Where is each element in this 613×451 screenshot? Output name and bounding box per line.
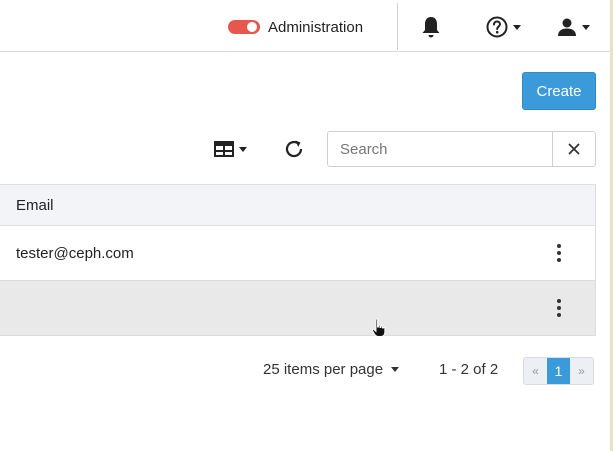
refresh-button[interactable] (283, 136, 305, 162)
pagination: « 1 » (523, 357, 594, 385)
clear-search-button[interactable] (552, 132, 595, 166)
administration-label: Administration (268, 18, 364, 36)
users-table: Email tester@ceph.com (0, 184, 596, 336)
page-button-current[interactable]: 1 (547, 358, 570, 384)
help-menu-button[interactable] (486, 14, 521, 40)
administration-toggle[interactable]: Administration (228, 15, 363, 39)
table-columns-icon (214, 141, 234, 157)
help-icon (486, 16, 508, 38)
row-actions-kebab-icon[interactable] (541, 238, 577, 268)
close-icon (568, 143, 580, 155)
chevron-down-icon (239, 146, 247, 152)
table-row[interactable]: tester@ceph.com (0, 226, 595, 281)
user-icon (558, 18, 576, 36)
toggle-switch[interactable] (228, 20, 260, 34)
nav-divider (397, 3, 398, 50)
cell-email: tester@ceph.com (16, 244, 134, 262)
row-actions-kebab-icon[interactable] (541, 293, 577, 323)
pagination-range: 1 - 2 of 2 (439, 361, 499, 378)
search-box (327, 131, 596, 167)
chevron-down-icon (391, 367, 400, 372)
chevron-down-icon (582, 24, 590, 30)
items-per-page-dropdown[interactable]: 25 items per page (263, 361, 400, 378)
table-columns-button[interactable] (214, 136, 247, 162)
chevron-down-icon (513, 24, 521, 30)
create-button[interactable]: Create (522, 72, 596, 110)
toggle-knob (247, 22, 257, 32)
bell-icon (422, 17, 440, 38)
user-menu-button[interactable] (557, 14, 590, 40)
next-page-button[interactable]: » (570, 358, 593, 384)
table-header: Email (0, 184, 595, 226)
notifications-button[interactable] (420, 14, 442, 40)
table-row[interactable] (0, 281, 595, 336)
items-per-page-label: 25 items per page (263, 361, 384, 378)
search-input[interactable] (328, 132, 552, 166)
hand-pointer-cursor-icon (371, 318, 386, 337)
prev-page-button[interactable]: « (524, 358, 547, 384)
refresh-icon (285, 140, 303, 158)
top-navbar: Administration (0, 0, 613, 52)
column-header-email[interactable]: Email (16, 197, 54, 214)
